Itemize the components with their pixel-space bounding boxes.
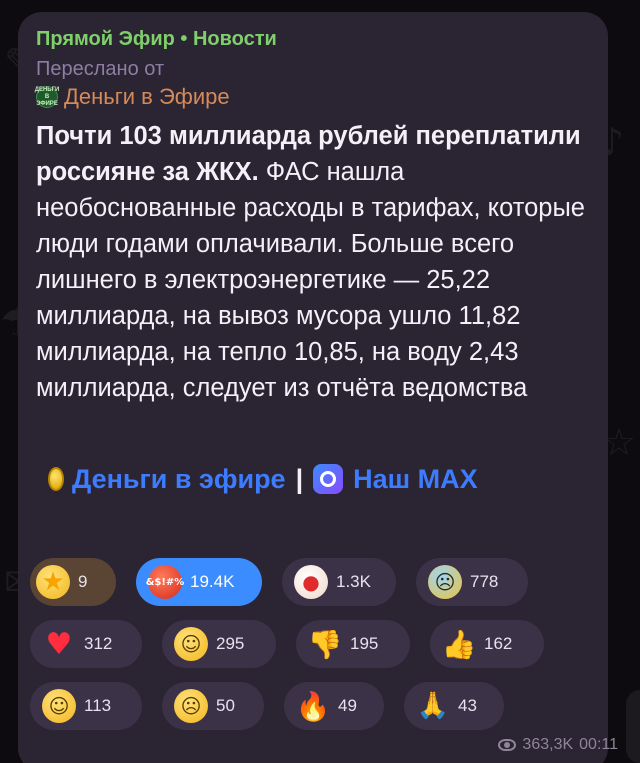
star-icon: ★ <box>36 565 70 599</box>
screaming-face-icon: ☹ <box>428 565 462 599</box>
reaction-clown[interactable]: ● 1.3K <box>282 558 396 606</box>
eye-icon <box>498 739 517 751</box>
message-text: Почти 103 миллиарда рублей переплатили р… <box>36 118 596 406</box>
reaction-count: 778 <box>470 572 499 591</box>
fire-icon: 🔥 <box>295 689 331 723</box>
reaction-count: 49 <box>338 696 357 715</box>
reaction-count: 195 <box>350 634 379 653</box>
reaction-pray[interactable]: 🙏 43 <box>404 682 504 730</box>
angry-face-icon: &$!#% <box>146 565 184 599</box>
max-link[interactable]: Наш MAX <box>353 464 478 495</box>
forward-source[interactable]: ДЕНЬГИ В ЭФИРЕ Деньги в Эфире <box>34 84 590 110</box>
message-time: 00:11 <box>579 736 618 753</box>
reaction-thumbs-up[interactable]: 👍 162 <box>430 620 544 668</box>
thumbs-up-icon: 👍 <box>441 627 477 661</box>
reaction-count: 295 <box>216 634 245 653</box>
link-separator: | <box>295 463 304 494</box>
reaction-thinking[interactable]: ☺ 113 <box>30 682 142 730</box>
reaction-count: 162 <box>484 634 513 653</box>
reaction-count: 19.4K <box>190 572 235 591</box>
side-avatar[interactable] <box>626 690 640 763</box>
thumbs-down-icon: 👎 <box>307 627 343 661</box>
reaction-count: 43 <box>458 696 477 715</box>
source-avatar-text: ДЕНЬГИ В ЭФИРЕ <box>34 86 60 107</box>
source-name[interactable]: Деньги в Эфире <box>64 84 230 110</box>
reaction-angry[interactable]: &$!#% 19.4K <box>136 558 262 606</box>
message-body: ФАС нашла необоснованные расходы в тариф… <box>36 158 585 402</box>
reaction-scream[interactable]: ☹ 778 <box>416 558 528 606</box>
reaction-grin[interactable]: ☺ 295 <box>162 620 276 668</box>
reaction-star[interactable]: ★ 9 <box>30 558 116 606</box>
reaction-fire[interactable]: 🔥 49 <box>284 682 384 730</box>
reaction-row-1: ★ 9 &$!#% 19.4K ● 1.3K ☹ 778 <box>30 558 590 606</box>
praying-hands-icon: 🙏 <box>416 691 450 721</box>
source-avatar[interactable]: ДЕНЬГИ В ЭФИРЕ <box>34 86 60 108</box>
reaction-count: 1.3K <box>336 572 371 591</box>
reaction-heart[interactable]: ♥ 312 <box>30 620 142 668</box>
reaction-crying[interactable]: ☹ 50 <box>162 682 264 730</box>
reaction-row-2: ♥ 312 ☺ 295 👎 195 👍 162 <box>30 620 590 668</box>
links-line: Деньги в эфире | Наш MAX <box>36 462 590 496</box>
view-count: 363,3K <box>522 736 574 753</box>
reaction-count: 312 <box>84 634 113 653</box>
crying-face-icon: ☹ <box>174 689 208 723</box>
forwarded-label: Переслано от <box>36 58 165 80</box>
message-footer: 363,3K 00:11 <box>498 736 618 754</box>
thinking-face-icon: ☺ <box>42 689 76 723</box>
reactions: ★ 9 &$!#% 19.4K ● 1.3K ☹ 778 ♥ 312 ☺ 295… <box>30 558 590 744</box>
max-app-icon <box>313 464 344 494</box>
clown-face-icon: ● <box>294 565 328 599</box>
grinning-face-icon: ☺ <box>174 627 208 661</box>
reaction-thumbs-down[interactable]: 👎 195 <box>296 620 410 668</box>
forward-header[interactable]: Прямой Эфир • Новости <box>36 26 590 52</box>
reaction-count: 113 <box>84 696 112 715</box>
reaction-count: 50 <box>216 696 235 715</box>
heart-icon: ♥ <box>45 626 73 662</box>
reaction-row-3: ☺ 113 ☹ 50 🔥 49 🙏 43 <box>30 682 590 730</box>
coin-icon <box>48 467 64 491</box>
reaction-count: 9 <box>78 572 88 591</box>
channel-link[interactable]: Деньги в эфире <box>72 464 286 495</box>
message-bubble[interactable]: Прямой Эфир • Новости Переслано от ДЕНЬГ… <box>18 12 608 763</box>
